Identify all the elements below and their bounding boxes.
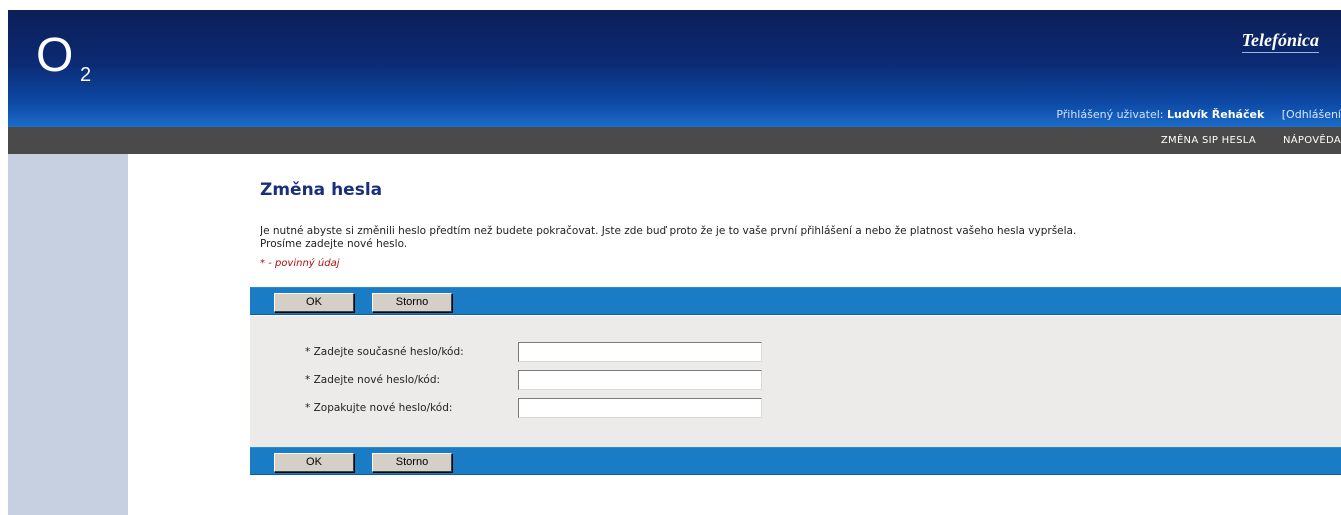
intro-line-2: Prosíme zadejte nové heslo.: [260, 238, 408, 250]
nav-help[interactable]: NÁPOVĚDA: [1283, 135, 1341, 146]
page-title: Změna hesla: [260, 180, 383, 200]
logo-letter: O: [36, 29, 73, 82]
o2-logo[interactable]: O 2: [36, 29, 91, 87]
new-password-label: * Zadejte nové heslo/kód:: [305, 374, 441, 386]
cancel-button[interactable]: Storno: [372, 293, 452, 312]
user-label: Přihlášený uživatel:: [1056, 108, 1164, 121]
top-button-bar: OK Storno: [250, 287, 1341, 315]
top-navbar: ZMĚNA SIP HESLA NÁPOVĚDA: [8, 127, 1341, 154]
current-password-input[interactable]: [518, 342, 762, 362]
new-password-input[interactable]: [518, 370, 762, 390]
intro-line-1: Je nutné abyste si změnili heslo předtím…: [260, 225, 1077, 237]
ok-button[interactable]: OK: [274, 453, 354, 472]
header-banner: O 2 Telefónica Přihlášený uživatel: Ludv…: [8, 10, 1341, 127]
password-form: * Zadejte současné heslo/kód: * Zadejte …: [250, 316, 1341, 447]
required-note: * - povinný údaj: [260, 258, 340, 269]
telefonica-logo: Telefónica: [1241, 30, 1319, 53]
logo-subscript: 2: [80, 64, 92, 86]
user-name: Ludvík Řeháček: [1166, 108, 1265, 121]
nav-change-sip-password[interactable]: ZMĚNA SIP HESLA: [1161, 135, 1256, 146]
current-password-label: * Zadejte současné heslo/kód:: [305, 346, 464, 358]
intro-text: Je nutné abyste si změnili heslo předtím…: [260, 225, 1341, 251]
ok-button[interactable]: OK: [274, 293, 354, 312]
left-sidebar: [8, 154, 128, 515]
user-info: Přihlášený uživatel: Ludvík Řeháček [Odh…: [1056, 108, 1341, 121]
logout-link[interactable]: [Odhlášení: [1282, 108, 1341, 121]
cancel-button[interactable]: Storno: [372, 453, 452, 472]
bottom-button-bar: OK Storno: [250, 447, 1341, 475]
repeat-password-input[interactable]: [518, 398, 762, 418]
repeat-password-label: * Zopakujte nové heslo/kód:: [305, 402, 453, 414]
